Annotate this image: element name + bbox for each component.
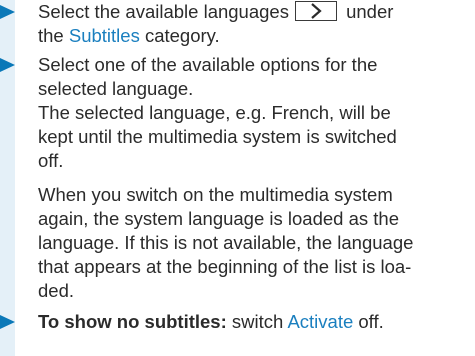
activate-link[interactable]: Activate — [287, 311, 353, 332]
step-text-part: off. — [353, 311, 384, 332]
step-text: Select one of the available options for … — [38, 54, 397, 171]
chevron-right-key — [294, 1, 337, 21]
step-text-part: the — [38, 25, 69, 46]
step-arrow-icon — [0, 315, 15, 329]
step-heading: To show no subtitles: — [38, 311, 227, 332]
step-text: To show no subtitles: switch Activate of… — [38, 310, 468, 334]
margin-band — [0, 0, 15, 356]
chevron-right-icon — [311, 3, 322, 19]
step-arrow-icon — [0, 58, 15, 72]
step-text-part: Select the available languages — [38, 1, 289, 22]
step-text-part: under — [340, 1, 394, 22]
step-text-part: category. — [139, 25, 220, 46]
step-text: Select the available languages under the … — [38, 0, 468, 48]
step-arrow-icon — [0, 5, 15, 19]
subtitles-link[interactable]: Subtitles — [69, 25, 140, 46]
note-text: When you switch on the multimedia system… — [38, 184, 414, 301]
step-text-part: switch — [226, 311, 288, 332]
